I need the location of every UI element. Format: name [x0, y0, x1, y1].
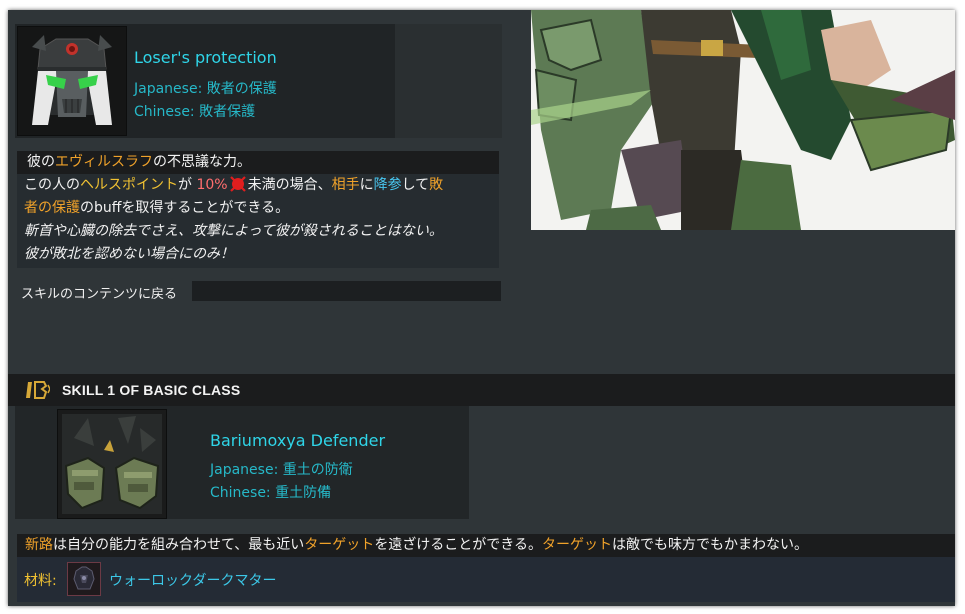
desc-highlight: 者の保護: [24, 200, 80, 216]
back-to-skill-contents-link[interactable]: スキルのコンテンツに戻る: [21, 283, 177, 302]
content-frame: Loser's protection Japanese: 敗者の保護 Chine…: [8, 10, 955, 606]
desc-text: この人の: [24, 177, 80, 193]
desc-highlight: 新路: [25, 537, 53, 553]
desc-text: に: [359, 177, 374, 193]
skill-section-header: SKILL 1 OF BASIC CLASS: [8, 374, 955, 406]
skill-header-card: Loser's protection Japanese: 敗者の保護 Chine…: [15, 24, 395, 138]
japanese-label: Japanese:: [134, 81, 203, 97]
desc-text: して: [401, 177, 430, 193]
chinese-value: 敗者保護: [199, 104, 256, 120]
description-line-2: この人のヘルスポイントが 10% 未満の場合、相手に降参して敗: [17, 174, 499, 197]
skill-one-description: 新路は自分の能力を組み合わせて、最も近いターゲットを遠ざけることができる。ターゲ…: [17, 534, 955, 557]
material-label: 材料:: [24, 573, 57, 589]
material-row: 材料: ウォーロックダークマター: [17, 557, 955, 602]
health-x-icon: [229, 176, 247, 192]
desc-text: は敵でも味方でもかまわない。: [612, 537, 809, 553]
description-line-1: 彼のエヴィルスラフの不思議な力。: [17, 151, 499, 174]
desc-highlight: ヘルスポイント: [80, 177, 178, 193]
skill-name: Loser's protection: [134, 48, 277, 67]
desc-text: が: [178, 177, 197, 193]
skill-one-japanese-name: Japanese: 重土の防衛: [210, 459, 353, 479]
description-line-5: 彼が敗北を認めない場合にのみ！: [24, 246, 234, 262]
bariumoxya-defender-icon: [57, 409, 167, 519]
character-illustration: [531, 10, 955, 230]
section-title: SKILL 1 OF BASIC CLASS: [62, 382, 241, 398]
skill-chinese-name: Chinese: 敗者保護: [134, 101, 255, 121]
desc-highlight: エヴィルスラフ: [55, 154, 153, 170]
back-link-bar: [192, 281, 501, 301]
skill-one-card: Bariumoxya Defender Japanese: 重土の防衛 Chin…: [15, 406, 469, 519]
class-emblem-icon: [24, 379, 51, 401]
desc-highlight: 相手: [331, 177, 360, 193]
chinese-value: 重土防備: [275, 485, 332, 501]
desc-highlight: ターゲット: [542, 537, 613, 553]
desc-highlight: 敗: [429, 177, 444, 193]
japanese-label: Japanese:: [210, 462, 279, 478]
desc-text: のbuffを取得することができる。: [80, 200, 290, 216]
chinese-label: Chinese:: [210, 485, 271, 501]
chinese-label: Chinese:: [134, 104, 195, 120]
japanese-value: 敗者の保護: [206, 81, 277, 97]
material-item-icon[interactable]: [67, 562, 101, 596]
desc-text: 彼の: [27, 154, 55, 170]
skill-one-name: Bariumoxya Defender: [210, 431, 386, 450]
desc-highlight: ターゲット: [304, 537, 375, 553]
losers-protection-icon: [17, 26, 127, 136]
japanese-value: 重土の防衛: [282, 462, 353, 478]
desc-text: を遠ざけることができる。: [374, 537, 543, 553]
desc-text: 未満の場合、: [247, 177, 332, 193]
skill-japanese-name: Japanese: 敗者の保護: [134, 78, 277, 98]
skill-one-chinese-name: Chinese: 重土防備: [210, 482, 331, 502]
description-body: この人のヘルスポイントが 10% 未満の場合、相手に降参して敗 者の保護のbuff…: [17, 174, 499, 268]
desc-text: は自分の能力を組み合わせて、最も近い: [53, 537, 305, 553]
desc-highlight: 降参: [373, 177, 402, 193]
description-line-3: 者の保護のbuffを取得することができる。: [17, 197, 499, 220]
description-line-4: 斬首や心臓の除去でさえ、攻撃によって彼が殺されることはない。: [24, 223, 443, 239]
material-link[interactable]: ウォーロックダークマター: [109, 570, 276, 590]
desc-text: の不思議な力。: [153, 154, 251, 170]
health-percent: 10%: [196, 177, 228, 193]
skill-header-right-strip: [395, 24, 502, 138]
